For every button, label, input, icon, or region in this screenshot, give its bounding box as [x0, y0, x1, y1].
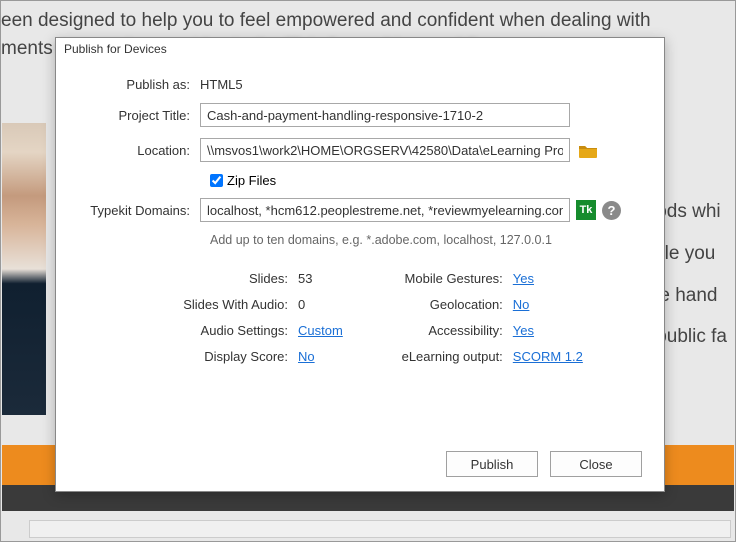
row-zip-files: Zip Files [210, 173, 642, 188]
row-typekit: Typekit Domains: Tk ? [78, 198, 642, 222]
typekit-label: Typekit Domains: [78, 203, 200, 218]
zip-files-checkbox[interactable] [210, 174, 223, 187]
dialog-body: Publish as: HTML5 Project Title: Locatio… [56, 59, 664, 369]
acc-label: Accessibility: [383, 323, 513, 338]
acc-link[interactable]: Yes [513, 323, 534, 338]
background-photo [2, 123, 46, 415]
typekit-hint: Add up to ten domains, e.g. *.adobe.com,… [210, 233, 642, 247]
stats-col-left: Slides: 53 Slides With Audio: 0 Audio Se… [118, 265, 343, 369]
typekit-icon[interactable]: Tk [576, 200, 596, 220]
row-publish-as: Publish as: HTML5 [78, 77, 642, 92]
publish-dialog: Publish for Devices Publish as: HTML5 Pr… [55, 37, 665, 492]
audio-settings-label: Audio Settings: [118, 323, 298, 338]
horizontal-scrollbar[interactable] [29, 520, 731, 538]
publish-button[interactable]: Publish [446, 451, 538, 477]
display-score-label: Display Score: [118, 349, 298, 364]
dialog-button-row: Publish Close [446, 451, 642, 477]
project-title-label: Project Title: [78, 108, 200, 123]
slides-audio-label: Slides With Audio: [118, 297, 298, 312]
publish-as-value: HTML5 [200, 77, 642, 92]
location-label: Location: [78, 143, 200, 158]
bg-line2a: ments [1, 38, 53, 59]
geo-link[interactable]: No [513, 297, 530, 312]
row-project-title: Project Title: [78, 103, 642, 127]
mobile-label: Mobile Gestures: [383, 271, 513, 286]
elearn-label: eLearning output: [383, 349, 513, 364]
slides-value: 53 [298, 271, 312, 286]
mobile-link[interactable]: Yes [513, 271, 534, 286]
stats-area: Slides: 53 Slides With Audio: 0 Audio Se… [118, 265, 642, 369]
publish-as-label: Publish as: [78, 77, 200, 92]
zip-files-label: Zip Files [227, 173, 276, 188]
folder-icon[interactable] [578, 143, 598, 158]
elearn-link[interactable]: SCORM 1.2 [513, 349, 583, 364]
display-score-link[interactable]: No [298, 349, 315, 364]
bg-line1: een designed to help you to feel empower… [1, 10, 651, 31]
audio-settings-link[interactable]: Custom [298, 323, 343, 338]
project-title-input[interactable] [200, 103, 570, 127]
typekit-input[interactable] [200, 198, 570, 222]
slides-audio-value: 0 [298, 297, 305, 312]
slides-label: Slides: [118, 271, 298, 286]
close-button[interactable]: Close [550, 451, 642, 477]
location-input[interactable] [200, 138, 570, 162]
geo-label: Geolocation: [383, 297, 513, 312]
stats-col-right: Mobile Gestures: Yes Geolocation: No Acc… [383, 265, 583, 369]
help-icon[interactable]: ? [602, 201, 621, 220]
row-location: Location: [78, 138, 642, 162]
dialog-title: Publish for Devices [56, 38, 664, 59]
